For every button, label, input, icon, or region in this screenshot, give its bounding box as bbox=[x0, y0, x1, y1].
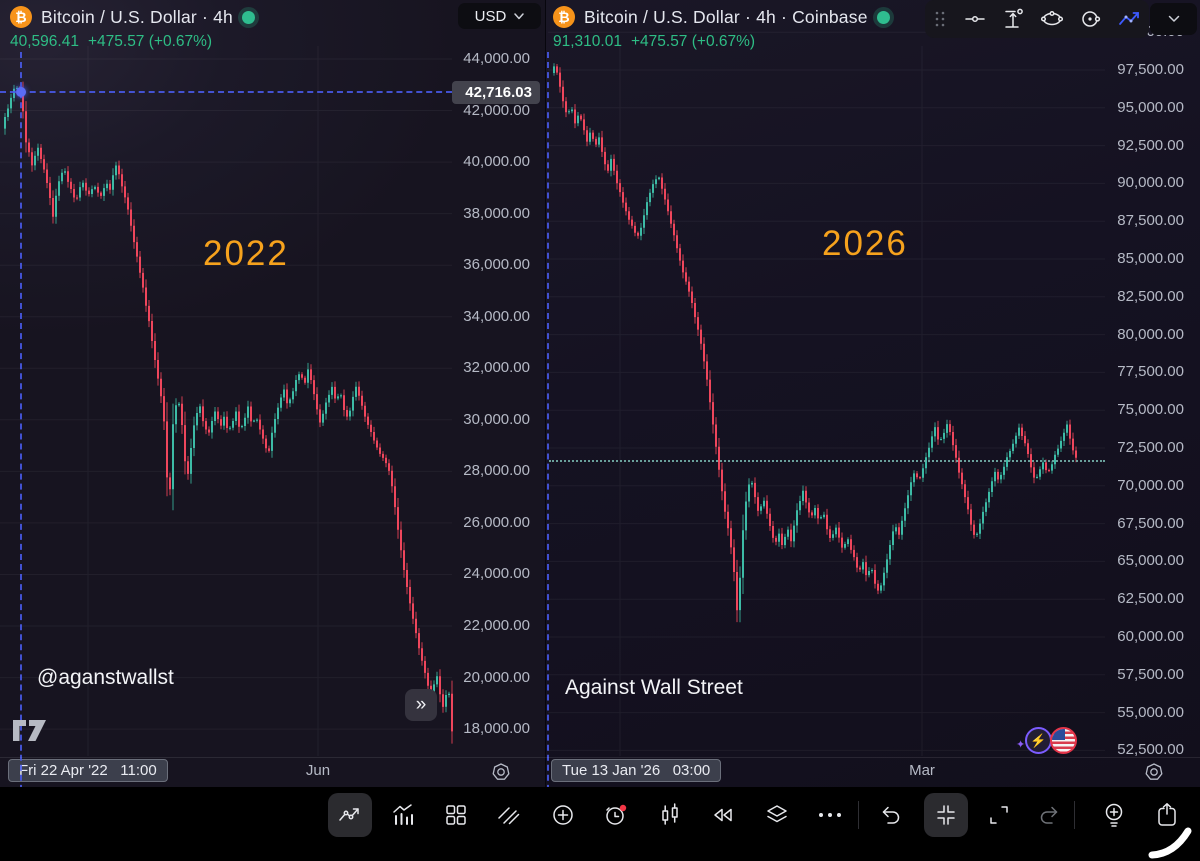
us-flag-event-badge[interactable] bbox=[1050, 727, 1077, 754]
live-status-icon bbox=[877, 11, 890, 24]
candles-2022-ub bbox=[5, 88, 449, 707]
grid-lines bbox=[548, 32, 1105, 756]
candles-2026-dw bbox=[557, 64, 1076, 622]
add-button[interactable] bbox=[541, 793, 585, 837]
sparkle-icon: ✦ bbox=[1016, 738, 1025, 751]
left-change: +475.57 (+0.67%) bbox=[88, 33, 212, 51]
time-axis-row bbox=[0, 757, 1200, 787]
tradingview-logo[interactable] bbox=[12, 719, 48, 742]
indicators-button[interactable] bbox=[381, 793, 425, 837]
year-label-2022: 2022 bbox=[203, 234, 289, 274]
redo-button[interactable] bbox=[1027, 793, 1071, 837]
left-last-price: 40,596.41 bbox=[10, 33, 79, 51]
scroll-to-recent-button[interactable]: » bbox=[405, 689, 437, 721]
tradingview-split-screenshot: ₿ Bitcoin / U.S. Dollar · 4h 40,596.41 +… bbox=[0, 0, 1200, 861]
toolbar-collapse-dropdown[interactable] bbox=[1150, 3, 1197, 35]
ellipse-tool-icon[interactable] bbox=[1033, 9, 1072, 29]
year-label-2026: 2026 bbox=[822, 224, 908, 264]
candles-2026-ub bbox=[554, 66, 1067, 610]
price-range-tool-icon[interactable] bbox=[994, 8, 1033, 30]
right-chart-header: ₿ Bitcoin / U.S. Dollar · 4h · Coinbase bbox=[553, 6, 890, 28]
currency-selector[interactable]: USD bbox=[458, 3, 541, 29]
chevron-down-icon bbox=[514, 13, 524, 20]
lightning-icon: ⚡ bbox=[1030, 733, 1046, 749]
floating-draw-toolbar bbox=[925, 0, 1149, 38]
right-last-price: 91,310.01 bbox=[553, 33, 622, 51]
right-watermark: Against Wall Street bbox=[565, 676, 743, 700]
panel-separator bbox=[545, 0, 546, 787]
candles-2022-uw bbox=[5, 85, 449, 712]
layout-grid-button[interactable] bbox=[434, 793, 478, 837]
bar-style-button[interactable] bbox=[648, 793, 692, 837]
crosshair-vertical-left bbox=[20, 52, 22, 831]
right-price-row: 91,310.01 +475.57 (+0.67%) bbox=[553, 33, 755, 51]
left-symbol-title[interactable]: Bitcoin / U.S. Dollar · 4h bbox=[41, 7, 233, 28]
left-chart-header: ₿ Bitcoin / U.S. Dollar · 4h bbox=[10, 6, 255, 28]
drawing-tools-button[interactable] bbox=[328, 793, 372, 837]
bitcoin-icon: ₿ bbox=[553, 6, 575, 28]
currency-label: USD bbox=[475, 8, 507, 25]
live-status-icon bbox=[242, 11, 255, 24]
minimize-chart-button[interactable] bbox=[924, 793, 968, 837]
current-price-dotted-line bbox=[549, 460, 1105, 462]
candles-2026-db bbox=[557, 66, 1076, 610]
left-price-row: 40,596.41 +475.57 (+0.67%) bbox=[10, 33, 212, 51]
trend-line-tool-icon[interactable] bbox=[1110, 9, 1149, 29]
replay-button[interactable] bbox=[701, 793, 745, 837]
grid-lines bbox=[0, 46, 452, 756]
swoosh-decoration bbox=[1146, 824, 1196, 860]
chevron-down-icon bbox=[1168, 15, 1180, 23]
right-symbol-title[interactable]: Bitcoin / U.S. Dollar · 4h · Coinbase bbox=[584, 7, 868, 28]
toolbar-divider bbox=[858, 801, 859, 829]
crosshair-vertical-right bbox=[547, 52, 549, 831]
toolbar-drag-handle[interactable] bbox=[925, 11, 956, 27]
object-tree-button[interactable] bbox=[755, 793, 799, 837]
fullscreen-button[interactable] bbox=[977, 793, 1021, 837]
undo-button[interactable] bbox=[869, 793, 913, 837]
toolbar-divider bbox=[1074, 801, 1075, 829]
crosshair-horizontal-left bbox=[0, 91, 452, 93]
line-tools-button[interactable] bbox=[487, 793, 531, 837]
bitcoin-icon: ₿ bbox=[10, 6, 32, 28]
candlestick-canvas bbox=[0, 0, 1200, 787]
right-change: +475.57 (+0.67%) bbox=[631, 33, 755, 51]
ideas-button[interactable] bbox=[1092, 793, 1136, 837]
crosshair-price-tag: 42,716.03 bbox=[452, 81, 540, 104]
alerts-button[interactable] bbox=[594, 793, 638, 837]
candles-2026-uw bbox=[554, 63, 1067, 622]
flag-canton bbox=[1052, 729, 1065, 740]
crosshair-dot bbox=[16, 87, 26, 97]
circle-tool-icon[interactable] bbox=[1072, 8, 1111, 30]
double-chevron-right-icon: » bbox=[416, 694, 427, 716]
more-options-button[interactable] bbox=[808, 793, 852, 837]
left-watermark-handle: @aganstwallst bbox=[37, 666, 174, 690]
horizontal-line-tool-icon[interactable] bbox=[956, 9, 995, 29]
lightning-event-badge[interactable]: ⚡ bbox=[1025, 727, 1052, 754]
